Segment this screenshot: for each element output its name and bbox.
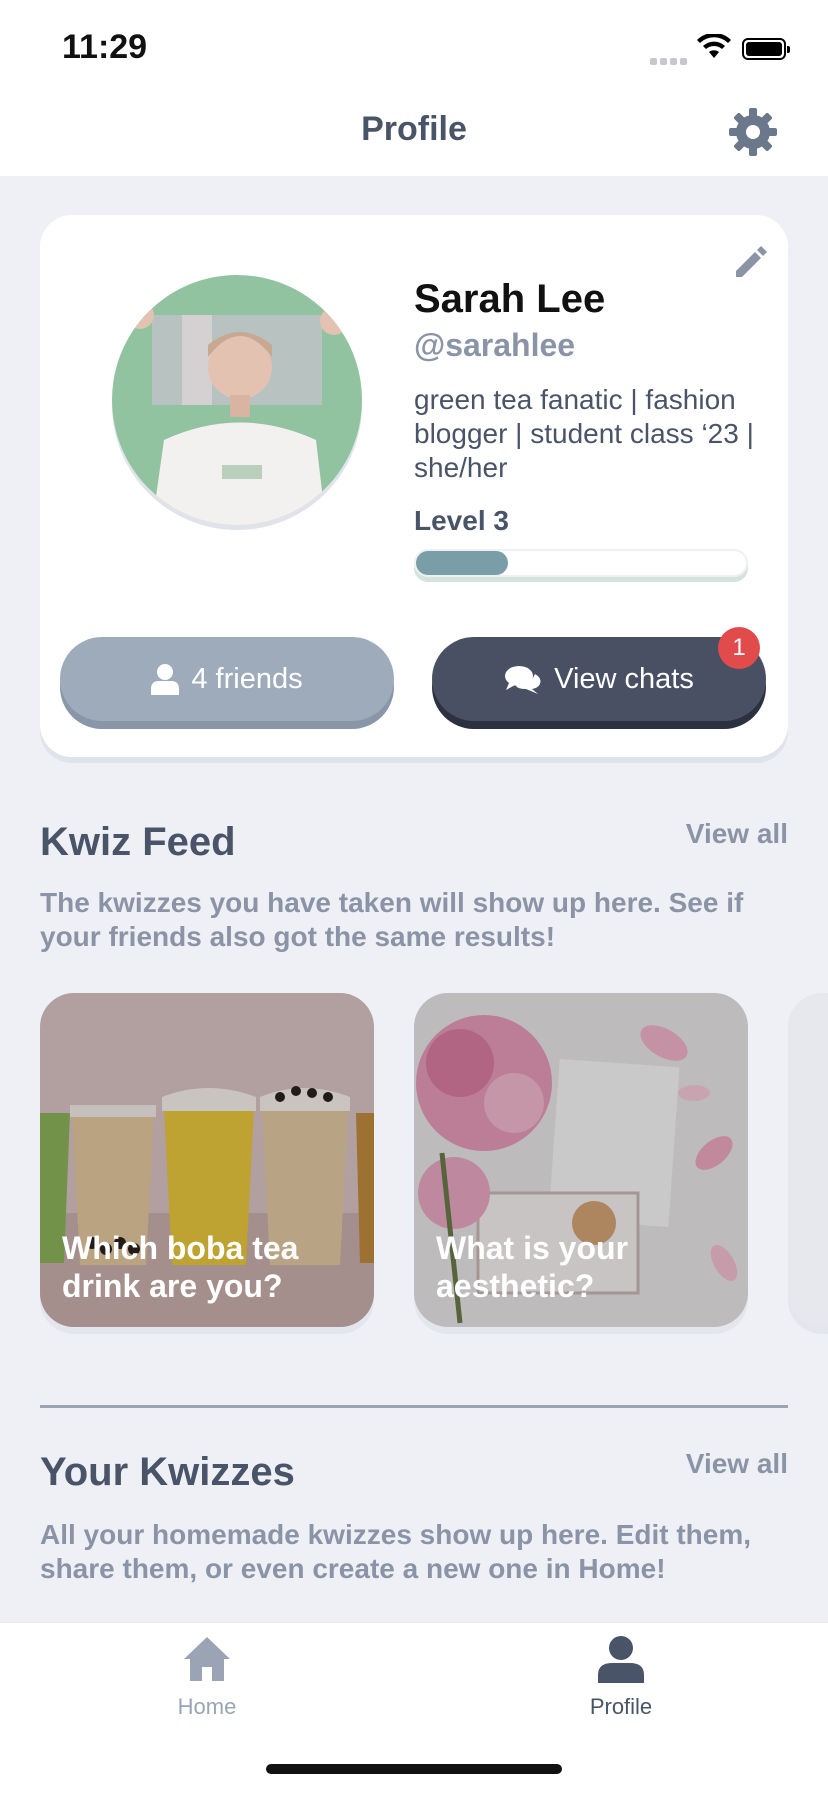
- section-divider: [40, 1405, 788, 1408]
- wifi-icon: [697, 34, 731, 58]
- person-icon: [151, 663, 180, 695]
- home-indicator: [266, 1764, 562, 1774]
- tab-home[interactable]: Home: [137, 1635, 277, 1720]
- kwiz-feed-view-all[interactable]: View all: [686, 818, 788, 850]
- quiz-card-title: What is your aesthetic?: [436, 1230, 629, 1304]
- edit-pencil-icon[interactable]: [730, 241, 770, 281]
- status-time: 11:29: [62, 28, 148, 66]
- profile-bio: green tea fanatic | fashion blogger | st…: [414, 384, 754, 483]
- gear-icon[interactable]: [727, 106, 779, 158]
- battery-icon: [742, 38, 790, 60]
- person-icon: [598, 1636, 644, 1683]
- quiz-card-aesthetic[interactable]: What is your aesthetic?: [414, 993, 748, 1327]
- quiz-card-partial[interactable]: [788, 993, 828, 1327]
- chat-bubbles-icon: [504, 664, 542, 694]
- your-kwizzes-view-all[interactable]: View all: [686, 1448, 788, 1480]
- home-icon: [184, 1637, 230, 1681]
- profile-handle: @sarahlee: [414, 327, 576, 363]
- avatar-photo: [112, 275, 362, 525]
- level-progress-bar: [414, 549, 748, 577]
- tab-home-label: Home: [177, 1694, 237, 1719]
- tab-profile[interactable]: Profile: [551, 1635, 691, 1720]
- quiz-card-boba[interactable]: Which boba tea drink are you?: [40, 993, 374, 1327]
- level-progress-fill: [416, 551, 509, 575]
- tab-profile-label: Profile: [589, 1694, 653, 1719]
- kwiz-feed-title: Kwiz Feed: [40, 820, 236, 864]
- page-title: Profile: [361, 110, 467, 148]
- kwiz-feed-description: The kwizzes you have taken will show up …: [40, 887, 744, 952]
- chat-notification-badge: 1: [718, 627, 760, 669]
- friends-button-label: 4 friends: [191, 662, 303, 695]
- profile-name: Sarah Lee: [414, 277, 606, 321]
- your-kwizzes-description: All your homemade kwizzes show up here. …: [40, 1519, 752, 1584]
- friends-button[interactable]: 4 friends: [60, 637, 394, 721]
- profile-card: Sarah Lee @sarahlee green tea fanatic | …: [40, 215, 788, 757]
- your-kwizzes-title: Your Kwizzes: [40, 1450, 295, 1494]
- quiz-card-title: Which boba tea drink are you?: [62, 1230, 299, 1304]
- signal-icon: [650, 52, 690, 70]
- view-chats-button[interactable]: View chats: [432, 637, 766, 721]
- level-label: Level 3: [414, 505, 509, 536]
- status-bar: 11:29: [0, 0, 828, 88]
- avatar: [112, 275, 362, 525]
- nav-header: Profile: [0, 88, 828, 176]
- view-chats-label: View chats: [554, 662, 694, 695]
